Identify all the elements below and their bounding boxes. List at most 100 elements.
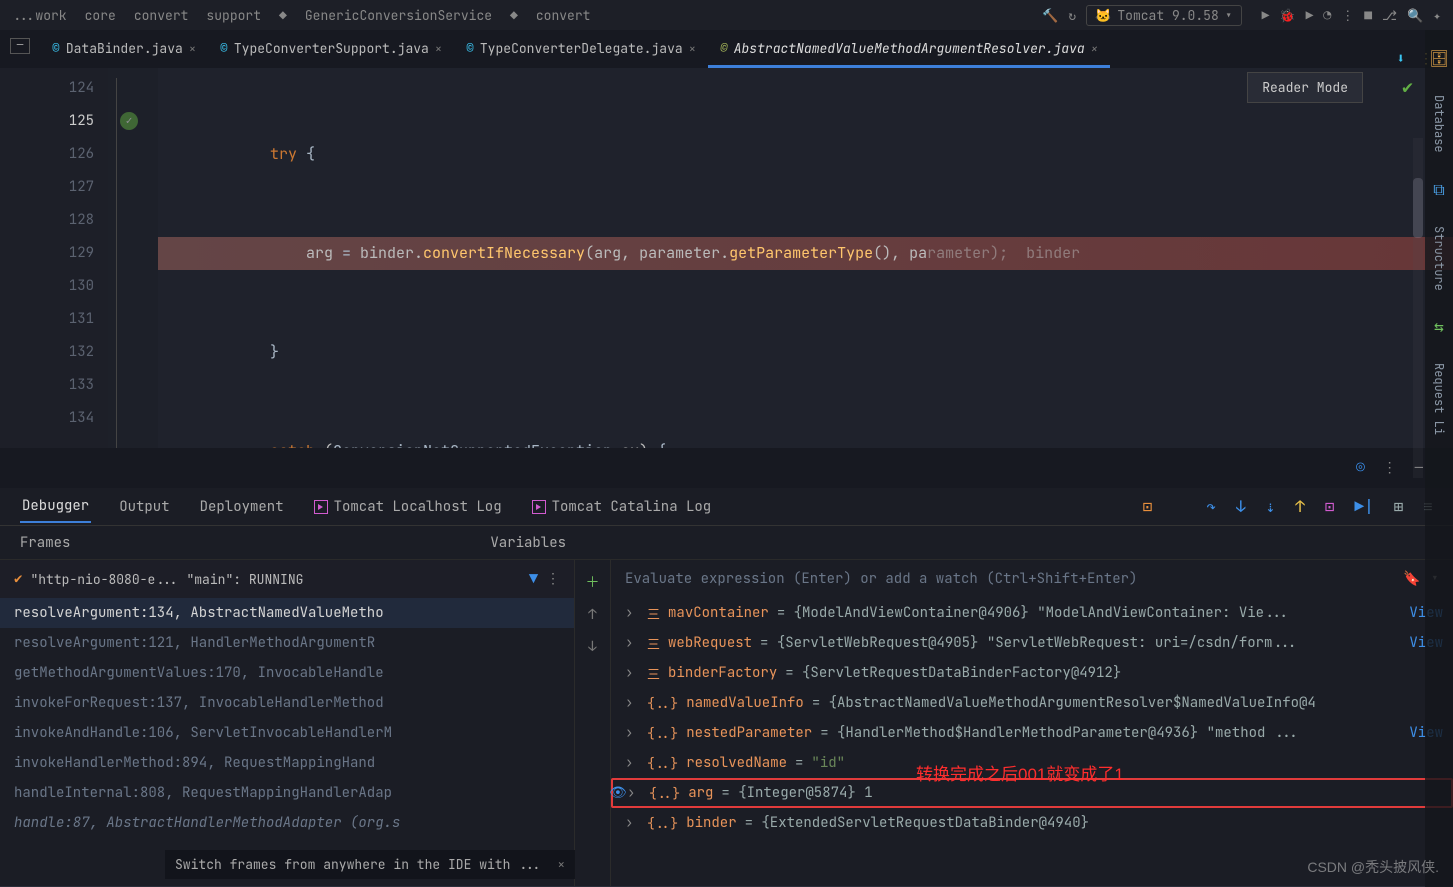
tab-debugger[interactable]: Debugger [20, 491, 91, 523]
rail-structure[interactable]: Structure [1431, 226, 1447, 291]
stack-frame[interactable]: invokeHandlerMethod:894, RequestMappingH… [0, 748, 574, 778]
object-icon: {..} [647, 815, 678, 832]
stack-frame[interactable]: handle:87, AbstractHandlerMethodAdapter … [0, 808, 574, 838]
chevron-right-icon[interactable]: › [625, 664, 639, 682]
step-over-icon[interactable]: ↷ [1206, 496, 1216, 517]
rail-database[interactable]: Database [1431, 95, 1447, 153]
stack-frame[interactable]: invokeAndHandle:106, ServletInvocableHan… [0, 718, 574, 748]
crumb: GenericConversionService [305, 7, 492, 24]
java-class-icon: © [466, 40, 474, 57]
evaluate-icon[interactable]: ⊞ [1394, 496, 1404, 517]
user-annotation: 转换完成之后001就变成了1 [916, 760, 1124, 785]
attach-icon[interactable]: ⋮ [1341, 7, 1354, 24]
editor-scrollbar[interactable] [1413, 138, 1423, 478]
run-icon[interactable]: ▶ [1262, 7, 1270, 24]
tab-tomcat-catalina-log[interactable]: Tomcat Catalina Log [530, 492, 714, 522]
stack-frame[interactable]: resolveArgument:121, HandlerMethodArgume… [0, 628, 574, 658]
scrollbar-thumb[interactable] [1413, 178, 1423, 238]
tab-abstractnamedvalue[interactable]: © AbstractNamedValueMethodArgumentResolv… [708, 32, 1110, 68]
tab-deployment[interactable]: Deployment [198, 492, 286, 522]
database-icon[interactable]: 🗄 [1429, 48, 1449, 69]
close-icon[interactable]: × [557, 856, 565, 873]
down-icon[interactable]: ↓ [588, 638, 596, 656]
run-config-selector[interactable]: 🐱 Tomcat 9.0.58 ▾ [1086, 5, 1241, 26]
chevron-right-icon[interactable]: › [625, 694, 639, 712]
chevron-right-icon[interactable]: › [625, 604, 639, 622]
variable-row[interactable]: ›三binderFactory = {ServletRequestDataBin… [611, 658, 1453, 688]
fold-column[interactable] [108, 68, 158, 448]
tab-typeconverterdelegate[interactable]: © TypeConverterDelegate.java × [454, 32, 708, 68]
filter-icon[interactable]: ▼ [529, 569, 538, 589]
target-icon[interactable]: ◎ [1356, 459, 1364, 477]
variable-row[interactable]: ›三webRequest = {ServletWebRequest@4905} … [611, 628, 1453, 658]
stack-frame[interactable]: resolveArgument:134, AbstractNamedValueM… [0, 598, 574, 628]
close-icon[interactable]: × [435, 41, 442, 57]
object-icon: {..} [647, 755, 678, 772]
service-icon: ◆ [279, 7, 287, 24]
inspection-ok-icon[interactable]: ✔ [1402, 76, 1413, 99]
more-icon[interactable]: ⋮ [546, 570, 560, 588]
reader-mode-badge[interactable]: Reader Mode [1247, 72, 1363, 103]
variable-row[interactable]: ›{..}namedValueInfo = {AbstractNamedValu… [611, 688, 1453, 718]
download-icon[interactable]: ⬇ [1397, 50, 1405, 68]
tab-databinder[interactable]: © DataBinder.java × [40, 32, 208, 68]
service-icon: ◆ [510, 7, 518, 24]
code-editor[interactable]: Reader Mode ✔ 124 125 126 127 128 129 13… [0, 68, 1453, 448]
close-icon[interactable]: × [189, 41, 196, 57]
debug-icon[interactable]: 🐞 [1279, 7, 1295, 24]
stack-frame[interactable]: invokeForRequest:137, InvocableHandlerMe… [0, 688, 574, 718]
line-number: 124 [0, 72, 108, 105]
line-number: 134 [0, 402, 108, 435]
tab-typeconvertersupport[interactable]: © TypeConverterSupport.java × [208, 32, 454, 68]
tab-tomcat-localhost-log[interactable]: Tomcat Localhost Log [312, 492, 504, 522]
thread-selector[interactable]: ✔ "http-nio-8080-e... "main": RUNNING ▼ … [0, 560, 574, 598]
stop-icon[interactable]: ■ [1364, 7, 1372, 24]
step-out-icon[interactable]: ↑ [1295, 496, 1305, 517]
stack-frame[interactable]: getMethodArgumentValues:170, InvocableHa… [0, 658, 574, 688]
variable-row[interactable]: ›{..}binder = {ExtendedServletRequestDat… [611, 808, 1453, 838]
chevron-right-icon[interactable]: › [625, 754, 639, 772]
drop-frame-icon[interactable]: ⊡ [1325, 496, 1335, 517]
code-area[interactable]: try { arg = binder.convertIfNecessary(ar… [158, 68, 1453, 448]
frame-list[interactable]: resolveArgument:134, AbstractNamedValueM… [0, 598, 574, 886]
variable-row[interactable]: ›三mavContainer = {ModelAndViewContainer@… [611, 598, 1453, 628]
search-icon[interactable]: 🔍 [1407, 7, 1423, 24]
settings-icon[interactable]: ✦ [1433, 7, 1441, 24]
bookmark-icon[interactable]: 🔖 [1403, 570, 1420, 588]
force-step-into-icon[interactable]: ⇣ [1266, 496, 1276, 517]
show-execution-icon[interactable]: ⊡ [1143, 496, 1153, 517]
minimize-icon[interactable]: — [10, 38, 30, 54]
hammer-icon[interactable]: 🔨 [1042, 7, 1058, 24]
close-icon[interactable]: × [689, 41, 696, 57]
chevron-right-icon[interactable]: › [625, 724, 639, 742]
chevron-right-icon[interactable]: › [627, 784, 641, 802]
variables-header: Variables [490, 534, 566, 552]
git-icon[interactable]: ⎇ [1382, 7, 1397, 24]
object-icon: {..} [647, 725, 678, 742]
tab-output[interactable]: Output [117, 492, 171, 522]
chevron-right-icon[interactable]: › [625, 634, 639, 652]
variable-row[interactable]: ›{..}nestedParameter = {HandlerMethod$Ha… [611, 718, 1453, 748]
evaluate-expression-input[interactable]: Evaluate expression (Enter) or add a wat… [611, 560, 1453, 598]
plus-icon[interactable]: ＋ [586, 572, 600, 592]
profile-icon[interactable]: ◔ [1323, 7, 1331, 24]
rail-request[interactable]: Request Li [1431, 363, 1447, 435]
request-icon[interactable]: ⇆ [1434, 316, 1444, 337]
crumb: convert [134, 7, 189, 24]
java-class-icon: © [52, 40, 60, 57]
stack-frame[interactable]: handleInternal:808, RequestMappingHandle… [0, 778, 574, 808]
step-into-icon[interactable]: ↓ [1236, 496, 1246, 517]
line-number: 129 [0, 237, 108, 270]
chevron-right-icon[interactable]: › [625, 814, 639, 832]
build-icon[interactable]: ↻ [1068, 7, 1076, 24]
coverage-icon[interactable]: ▶ [1306, 7, 1314, 24]
tab-label: TypeConverterSupport.java [234, 40, 429, 57]
variables-list[interactable]: ›三mavContainer = {ModelAndViewContainer@… [611, 598, 1453, 886]
close-icon[interactable]: × [1091, 41, 1098, 57]
more-icon[interactable]: ⋮ [1383, 459, 1397, 477]
structure-icon[interactable]: ⧉ [1433, 179, 1444, 200]
up-icon[interactable]: ↑ [588, 606, 596, 624]
run-to-cursor-icon[interactable]: ▶| [1355, 496, 1374, 517]
frames-header: Frames [20, 534, 70, 552]
chevron-down-icon: ▾ [1225, 7, 1233, 24]
